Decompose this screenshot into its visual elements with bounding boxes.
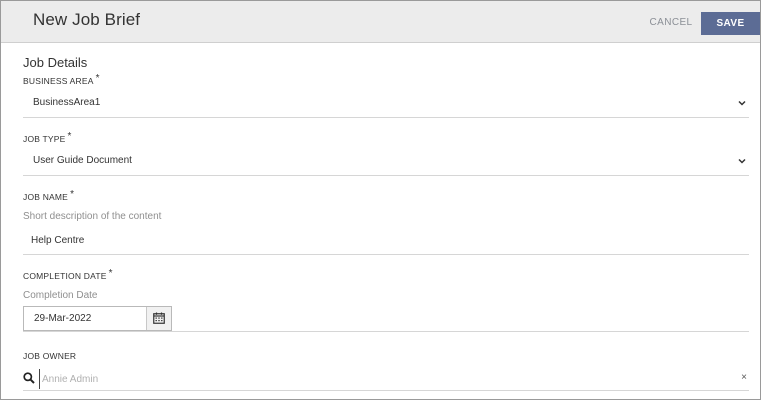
divider — [23, 331, 749, 332]
job-owner-label-text: JOB OWNER — [23, 351, 77, 361]
job-name-field[interactable]: Help Centre — [23, 229, 749, 255]
job-brief-dialog: New Job Brief CANCEL SAVE Job Details BU… — [0, 0, 761, 400]
required-marker: * — [67, 131, 72, 142]
business-area-select[interactable]: BusinessArea1 — [23, 92, 749, 118]
completion-date-label-text: COMPLETION DATE — [23, 271, 107, 281]
job-name-label: JOB NAME * — [23, 189, 75, 203]
job-type-select[interactable]: User Guide Document — [23, 150, 749, 176]
job-type-label-text: JOB TYPE — [23, 134, 66, 144]
job-name-value: Help Centre — [31, 235, 85, 246]
business-area-value: BusinessArea1 — [33, 97, 101, 108]
business-area-label-text: BUSINESS AREA — [23, 76, 94, 86]
job-type-label: JOB TYPE * — [23, 131, 72, 145]
required-marker: * — [70, 189, 75, 200]
required-marker: * — [95, 73, 100, 84]
calendar-icon — [153, 312, 165, 324]
chevron-down-icon — [738, 100, 746, 106]
completion-date-label: COMPLETION DATE * — [23, 268, 113, 282]
calendar-button[interactable] — [146, 307, 171, 330]
job-type-value: User Guide Document — [33, 155, 132, 166]
cancel-button[interactable]: CANCEL — [641, 12, 701, 34]
completion-date-field[interactable]: 29-Mar-2022 — [23, 306, 172, 331]
dialog-title: New Job Brief — [33, 10, 141, 29]
job-name-hint: Short description of the content — [23, 211, 162, 222]
business-area-label: BUSINESS AREA * — [23, 73, 100, 87]
completion-date-value: 29-Mar-2022 — [34, 313, 92, 324]
chevron-down-icon — [738, 158, 746, 164]
job-owner-search-input[interactable] — [39, 369, 729, 389]
clear-icon[interactable]: × — [741, 372, 747, 383]
job-owner-field: × — [23, 369, 749, 391]
job-name-label-text: JOB NAME — [23, 192, 69, 202]
search-icon — [23, 372, 35, 384]
job-owner-label: JOB OWNER — [23, 351, 76, 361]
dialog-header: New Job Brief CANCEL SAVE — [1, 1, 760, 43]
required-marker: * — [108, 268, 113, 279]
save-button[interactable]: SAVE — [701, 12, 760, 35]
completion-date-hint: Completion Date — [23, 290, 98, 301]
section-title: Job Details — [23, 55, 88, 70]
